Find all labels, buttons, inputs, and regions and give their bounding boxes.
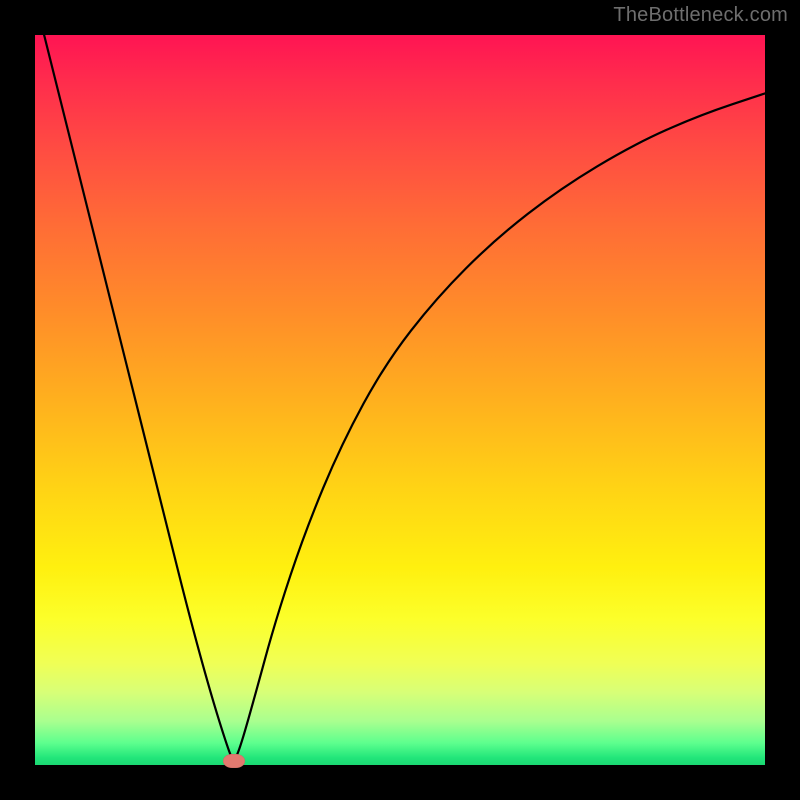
plot-area <box>35 35 765 765</box>
chart-frame: TheBottleneck.com <box>0 0 800 800</box>
optimal-point-marker <box>223 754 245 768</box>
bottleneck-curve <box>35 35 765 765</box>
watermark-text: TheBottleneck.com <box>613 4 788 27</box>
curve-path <box>35 0 765 759</box>
